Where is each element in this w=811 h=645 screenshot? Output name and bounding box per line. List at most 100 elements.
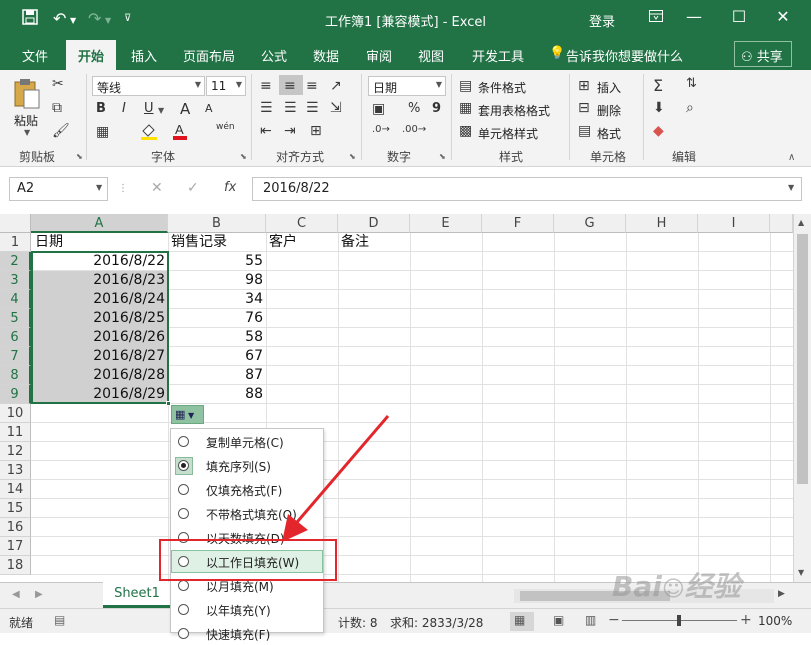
row-header-5[interactable]: 5 [0,309,31,328]
autosum-icon[interactable]: Σ [653,76,663,95]
font-name-combo[interactable]: 等线 ▼ [92,76,205,96]
row-header-6[interactable]: 6 [0,328,31,347]
row-header-11[interactable]: 11 [0,423,31,442]
cell-c1[interactable]: 客户 [269,233,297,252]
maximize-icon[interactable]: ☐ [724,7,754,26]
menu-item-flash-fill[interactable]: 快速填充(F) [171,622,323,645]
minimize-icon[interactable]: — [679,7,709,26]
cell-date[interactable]: 2016/8/23 [31,271,168,290]
tab-file[interactable]: 文件 [22,46,48,65]
zoom-slider-thumb[interactable] [677,615,681,626]
autofill-options-button[interactable]: ▦ ▼ [171,405,204,424]
align-middle-icon[interactable]: ≡ [284,78,296,94]
macro-record-icon[interactable]: ▤ [54,613,65,627]
chevron-down-icon[interactable]: ▼ [436,80,442,89]
paste-icon[interactable] [13,78,41,113]
cell-a1[interactable]: 日期 [35,233,63,252]
tab-developer[interactable]: 开发工具 [472,46,524,65]
clear-icon[interactable]: ◆ [653,123,664,139]
number-format-combo[interactable]: 日期 ▼ [368,76,446,96]
orientation-icon[interactable]: ↗ [330,78,342,94]
cell-date[interactable]: 2016/8/24 [31,290,168,309]
select-all-corner[interactable] [0,214,31,233]
dialog-launcher-icon[interactable]: ⬊ [349,152,356,161]
row-header-7[interactable]: 7 [0,347,31,366]
scroll-right-icon[interactable]: ▶ [778,589,785,599]
chevron-down-icon[interactable]: ▼ [158,106,164,115]
row-header-1[interactable]: 1 [0,233,31,252]
tab-review[interactable]: 审阅 [366,46,392,65]
tab-home[interactable]: 开始 [66,40,117,70]
tab-formulas[interactable]: 公式 [261,46,287,65]
cell-styles-button[interactable]: 单元格样式 [478,125,538,142]
ribbon-options-icon[interactable] [641,7,671,26]
cell-sales[interactable]: 55 [168,252,266,271]
zoom-out-icon[interactable]: − [608,612,620,628]
fill-color-icon[interactable] [140,122,158,144]
tab-insert[interactable]: 插入 [131,46,157,65]
find-select-icon[interactable]: ⌕ [686,100,694,116]
align-top-icon[interactable]: ≡ [260,78,272,94]
increase-decimal-icon[interactable]: .0→ [372,124,390,135]
page-layout-view-icon[interactable]: ▣ [553,613,564,627]
align-center-icon[interactable]: ☰ [284,100,297,116]
cell-sales[interactable]: 87 [168,366,266,385]
vertical-scrollbar[interactable]: ▲ ▼ [793,214,811,582]
column-header-partial[interactable] [770,214,793,233]
zoom-level[interactable]: 100% [758,614,792,628]
dialog-launcher-icon[interactable]: ⬊ [439,152,446,161]
insert-function-icon[interactable]: fx [224,180,236,195]
increase-indent-icon[interactable]: ⇥ [284,123,296,139]
tell-me-search[interactable]: 告诉我你想要做什么 [566,46,683,65]
column-header-g[interactable]: G [554,214,626,233]
cell-date[interactable]: 2016/8/25 [31,309,168,328]
cell-sales[interactable]: 67 [168,347,266,366]
format-cells-button[interactable]: 格式 [597,125,621,142]
scrollbar-thumb[interactable] [797,234,808,484]
scroll-sheets-right-icon[interactable]: ▶ [35,589,43,600]
cell-date[interactable]: 2016/8/29 [31,385,168,404]
zoom-in-icon[interactable]: + [740,612,752,628]
column-header-f[interactable]: F [482,214,554,233]
chevron-down-icon[interactable]: ▼ [96,183,102,192]
cell-sales[interactable]: 88 [168,385,266,404]
share-button[interactable]: ⚇ 共享 [734,41,792,67]
sort-filter-icon[interactable]: ⇅ [686,76,697,91]
row-header-9[interactable]: 9 [0,385,31,404]
format-as-table-button[interactable]: 套用表格格式 [478,102,550,119]
font-color-icon[interactable]: A [172,122,188,144]
underline-button[interactable]: U [144,101,154,116]
column-header-i[interactable]: I [698,214,770,233]
cell-date[interactable]: 2016/8/26 [31,328,168,347]
page-break-view-icon[interactable]: ▥ [585,613,596,627]
copy-icon[interactable]: ⧉ [52,100,62,116]
wrap-text-icon[interactable]: ⇲ [330,100,342,116]
cell-sales[interactable]: 34 [168,290,266,309]
borders-icon[interactable]: ▦ [96,124,109,140]
menu-item-fill-years[interactable]: 以年填充(Y) [171,598,323,621]
phonetic-button[interactable]: wén [216,122,235,132]
italic-button[interactable]: I [122,101,126,116]
percent-button[interactable]: % [408,101,420,116]
increase-font-button[interactable]: A [180,100,190,118]
bold-button[interactable]: B [96,101,106,116]
row-header-15[interactable]: 15 [0,499,31,518]
scroll-down-icon[interactable]: ▼ [798,568,804,577]
merge-center-icon[interactable]: ⊞ [310,123,322,139]
cancel-icon[interactable]: ✕ [151,180,163,196]
conditional-format-button[interactable]: 条件格式 [478,79,526,96]
scroll-up-icon[interactable]: ▲ [798,218,804,227]
row-header-17[interactable]: 17 [0,537,31,556]
row-header-4[interactable]: 4 [0,290,31,309]
decrease-indent-icon[interactable]: ⇤ [260,123,272,139]
tab-page-layout[interactable]: 页面布局 [183,46,235,65]
column-header-c[interactable]: C [266,214,338,233]
chevron-down-icon[interactable]: ▼ [236,80,242,89]
dialog-launcher-icon[interactable]: ⬊ [76,152,83,161]
tab-data[interactable]: 数据 [313,46,339,65]
cell-date[interactable]: 2016/8/27 [31,347,168,366]
align-bottom-icon[interactable]: ≡ [306,78,318,94]
font-size-combo[interactable]: 11 ▼ [206,76,246,96]
decrease-decimal-icon[interactable]: .00→ [402,124,426,135]
sheet-tab-sheet1[interactable]: Sheet1 [103,582,171,608]
